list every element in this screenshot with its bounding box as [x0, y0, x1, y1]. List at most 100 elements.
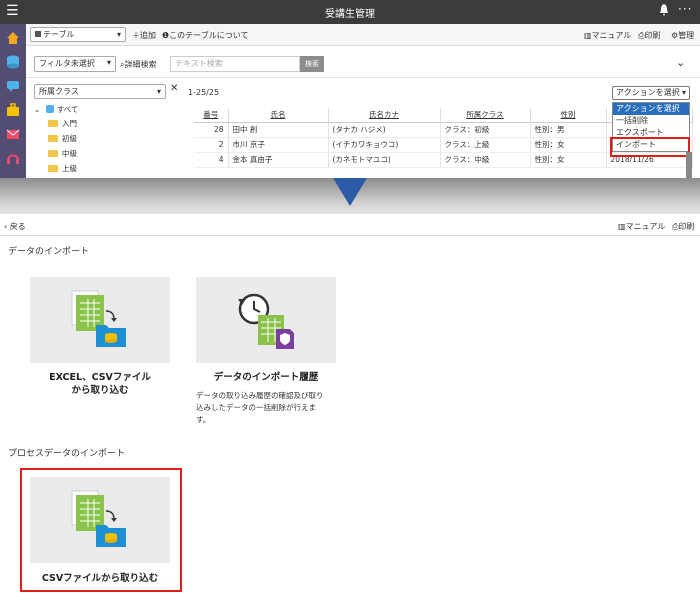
- mail-icon[interactable]: [5, 126, 21, 142]
- print-link[interactable]: ⎙印刷: [638, 30, 660, 41]
- spreadsheet-folder-icon: [71, 490, 126, 547]
- table-toolbar: テーブル ▾ ＋追加 ❶このテーブルについて ▥マニュアル ⎙印刷 ⚙管理: [26, 24, 700, 46]
- column-header-gender[interactable]: 性別: [530, 108, 607, 123]
- print-link[interactable]: ⎙印刷: [672, 221, 694, 232]
- column-header-number[interactable]: 番号: [194, 108, 229, 123]
- book-icon: ▥: [584, 31, 592, 40]
- manual-link[interactable]: ▥マニュアル: [584, 30, 631, 41]
- excel-csv-import-title[interactable]: EXCEL、CSVファイル から取り込む: [30, 371, 170, 397]
- more-icon[interactable]: ···: [678, 2, 692, 16]
- history-clock-icon: [238, 293, 294, 349]
- admin-label: 管理: [678, 31, 695, 40]
- database-icon[interactable]: [5, 54, 21, 70]
- print-label: 印刷: [678, 222, 695, 231]
- chevron-down-icon: ▾: [681, 88, 686, 97]
- admin-link[interactable]: ⚙管理: [671, 30, 694, 41]
- cell-name: 市川 京子: [228, 137, 329, 153]
- app-header: ☰ 受講生管理 ···: [0, 0, 700, 24]
- search-button[interactable]: 検索: [300, 56, 324, 72]
- bell-icon[interactable]: [659, 4, 669, 19]
- app-title: 受講生管理: [325, 9, 375, 20]
- folder-icon: [48, 135, 58, 142]
- tree-item-label: 中級: [62, 149, 77, 158]
- folder-icon: [48, 120, 58, 127]
- tree-item-label: 入門: [62, 119, 77, 128]
- manual-label: マニュアル: [591, 31, 632, 40]
- card-title-line: から取り込む: [71, 385, 129, 396]
- action-select-label: アクションを選択: [616, 88, 680, 97]
- manual-link[interactable]: ▥マニュアル: [618, 221, 665, 232]
- back-link[interactable]: ‹ 戻る: [4, 221, 26, 232]
- print-label: 印刷: [644, 31, 661, 40]
- filter-select[interactable]: フィルタ未選択 ▾: [34, 56, 116, 72]
- cell-name: 金本 真由子: [228, 152, 329, 168]
- tree-item-elementary[interactable]: 初級: [48, 133, 77, 145]
- import-history-description: データの取り込み履歴の確認及び取り 込みしたデータの一括削除が行えま す。: [196, 390, 356, 426]
- import-toolbar: ‹ 戻る ▥マニュアル ⎙印刷: [0, 216, 700, 236]
- chevron-down-icon: ▾: [156, 87, 161, 96]
- card-title-line: EXCEL、CSVファイル: [49, 372, 151, 383]
- section-title-data-import: データのインポート: [8, 247, 90, 257]
- headset-icon[interactable]: [5, 150, 21, 166]
- scrollbar[interactable]: [686, 152, 692, 178]
- tree-filter-select[interactable]: 所属クラス ▾: [34, 84, 166, 99]
- column-header-name[interactable]: 氏名: [228, 108, 329, 123]
- add-button[interactable]: ＋追加: [132, 30, 156, 41]
- cell-class: クラス：中級: [440, 152, 531, 168]
- search-input[interactable]: テキスト検索: [170, 56, 300, 72]
- tree-item-label: 初級: [62, 134, 77, 143]
- csv-import-title[interactable]: CSVファイルから取り込む: [30, 572, 170, 585]
- cell-gender: 性別：女: [530, 137, 607, 153]
- tree-item-beginner[interactable]: 入門: [48, 118, 77, 130]
- book-icon: ▥: [618, 222, 626, 231]
- tree-select-label: 所属クラス: [39, 87, 79, 96]
- cell-gender: 性別：男: [530, 122, 607, 138]
- excel-csv-import-card[interactable]: [30, 277, 170, 363]
- manual-label: マニュアル: [625, 222, 666, 231]
- column-header-kana[interactable]: 氏名カナ: [328, 108, 441, 123]
- folder-icon: [48, 165, 58, 172]
- cell-class: クラス：初級: [440, 122, 531, 138]
- collapse-icon[interactable]: ⌄: [676, 56, 685, 69]
- tree-item-label: すべて: [56, 105, 79, 114]
- tree-item-label: 上級: [62, 164, 77, 173]
- cell-name: 田中 創: [228, 122, 329, 138]
- folder-icon: [48, 150, 58, 157]
- section-title-process-import: プロセスデータのインポート: [8, 449, 126, 459]
- filter-select-label: フィルタ未選択: [39, 59, 95, 68]
- cell-number: 2: [194, 137, 229, 153]
- tree-item-all[interactable]: ⌄ すべて: [34, 104, 78, 116]
- advanced-search-link[interactable]: ⌕詳細検索: [120, 59, 156, 70]
- import-history-title[interactable]: データのインポート履歴: [196, 371, 336, 384]
- import-highlight-box: [610, 137, 690, 157]
- action-option-placeholder[interactable]: アクションを選択: [613, 103, 689, 115]
- about-label: このテーブルについて: [169, 31, 249, 40]
- action-option-bulk-delete[interactable]: 一括削除: [613, 115, 689, 127]
- cell-kana: (タナカ ハジメ): [328, 122, 441, 138]
- table-select[interactable]: テーブル ▾: [30, 27, 126, 42]
- csv-import-card[interactable]: [30, 477, 170, 563]
- cell-class: クラス：上級: [440, 137, 531, 153]
- about-table-link[interactable]: ❶このテーブルについて: [162, 30, 248, 41]
- advanced-search-label: 詳細検索: [124, 60, 157, 69]
- chevron-down-icon: ▾: [106, 58, 111, 67]
- cell-kana: (カネモトマユコ): [328, 152, 441, 168]
- import-history-card[interactable]: [196, 277, 336, 363]
- column-header-class[interactable]: 所属クラス: [440, 108, 531, 123]
- tree-item-advanced[interactable]: 上級: [48, 163, 77, 175]
- chevron-down-icon: ▾: [116, 30, 121, 39]
- action-select[interactable]: アクションを選択 ▾: [612, 86, 690, 100]
- tree-item-intermediate[interactable]: 中級: [48, 148, 77, 160]
- down-arrow-icon: [333, 178, 367, 206]
- add-label: 追加: [140, 31, 156, 40]
- record-count: 1-25/25: [188, 88, 220, 97]
- briefcase-icon[interactable]: [5, 102, 21, 118]
- close-icon[interactable]: ✕: [170, 83, 178, 94]
- chat-icon[interactable]: [5, 78, 21, 94]
- expand-icon: ⌄: [34, 105, 41, 114]
- home-icon[interactable]: [5, 30, 21, 46]
- left-nav: [0, 24, 26, 178]
- description-line: す。: [196, 415, 211, 424]
- spreadsheet-folder-icon: [71, 290, 126, 347]
- description-line: データの取り込み履歴の確認及び取り: [196, 391, 324, 400]
